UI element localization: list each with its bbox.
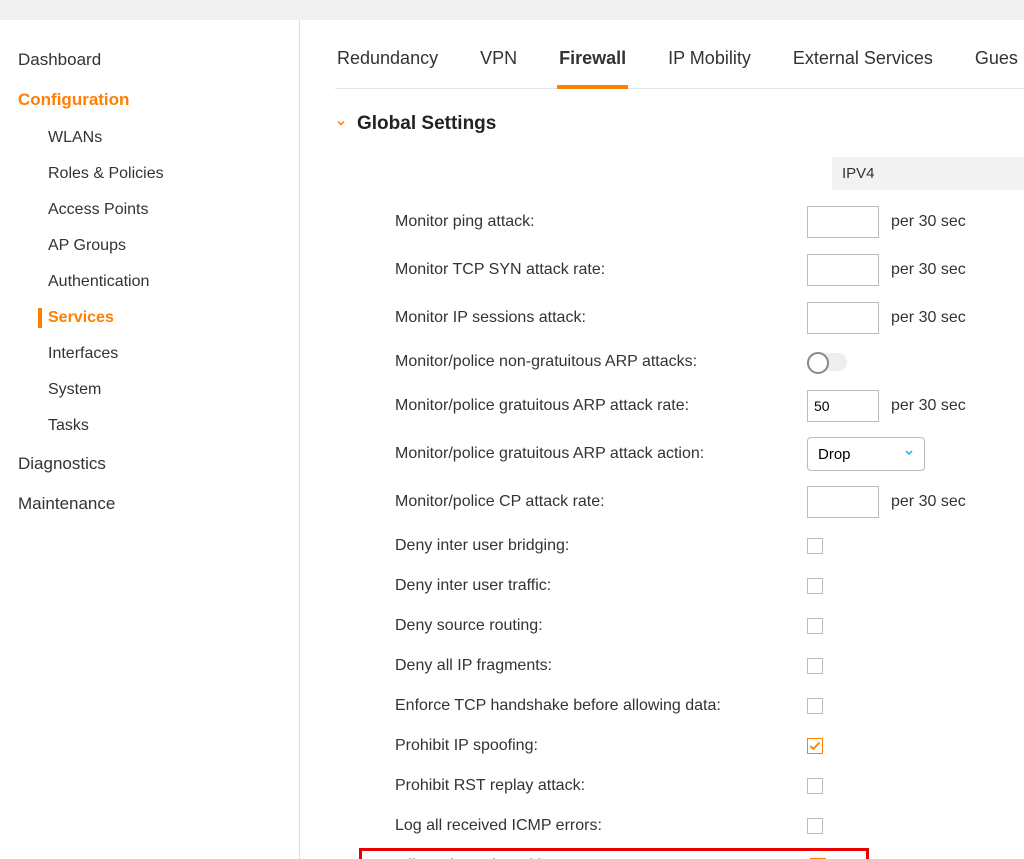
label-log-icmp-errors: Log all received ICMP errors: [367,817,807,835]
checkbox-deny-all-ip-fragments[interactable] [807,658,823,674]
sidebar-item-services[interactable]: Services [0,300,299,336]
sidebar: Dashboard Configuration WLANs Roles & Po… [0,20,300,859]
sidebar-item-system[interactable]: System [0,372,299,408]
label-monitor-ip-sessions: Monitor IP sessions attack: [367,309,807,327]
row-cp-attack-rate: Monitor/police CP attack rate: per 30 se… [367,480,1024,524]
row-non-gratuitous-arp: Monitor/police non-gratuitous ARP attack… [367,344,1024,380]
sidebar-item-configuration[interactable]: Configuration [0,80,299,120]
row-prohibit-ip-spoofing: Prohibit IP spoofing: [367,728,1024,764]
label-deny-inter-user-bridging: Deny inter user bridging: [367,537,807,555]
label-deny-source-routing: Deny source routing: [367,617,807,635]
tab-firewall[interactable]: Firewall [557,48,628,89]
row-allow-tri-session-highlighted: Allow tri-session with DNAT: [359,848,869,859]
label-gratuitous-arp-rate: Monitor/police gratuitous ARP attack rat… [367,397,807,415]
unit-label: per 30 sec [891,309,966,327]
tab-external-services[interactable]: External Services [791,48,935,88]
row-monitor-ping-attack: Monitor ping attack: per 30 sec [367,200,1024,244]
unit-label: per 30 sec [891,261,966,279]
row-gratuitous-arp-action: Monitor/police gratuitous ARP attack act… [367,432,1024,476]
input-monitor-ip-sessions[interactable] [807,302,879,334]
unit-label: per 30 sec [891,493,966,511]
checkbox-deny-inter-user-bridging[interactable] [807,538,823,554]
sidebar-item-dashboard[interactable]: Dashboard [0,40,299,80]
row-deny-all-ip-fragments: Deny all IP fragments: [367,648,1024,684]
label-prohibit-rst-replay: Prohibit RST replay attack: [367,777,807,795]
toggle-non-gratuitous-arp[interactable] [807,353,847,371]
row-gratuitous-arp-rate: Monitor/police gratuitous ARP attack rat… [367,384,1024,428]
checkbox-log-icmp-errors[interactable] [807,818,823,834]
tab-redundancy[interactable]: Redundancy [335,48,440,88]
sidebar-item-interfaces[interactable]: Interfaces [0,336,299,372]
checkbox-prohibit-rst-replay[interactable] [807,778,823,794]
unit-label: per 30 sec [891,213,966,231]
label-deny-inter-user-traffic: Deny inter user traffic: [367,577,807,595]
sidebar-item-tasks[interactable]: Tasks [0,408,299,444]
row-monitor-ip-sessions: Monitor IP sessions attack: per 30 sec [367,296,1024,340]
label-monitor-ping-attack: Monitor ping attack: [367,213,807,231]
label-cp-attack-rate: Monitor/police CP attack rate: [367,493,807,511]
input-monitor-ping-attack[interactable] [807,206,879,238]
label-non-gratuitous-arp: Monitor/police non-gratuitous ARP attack… [367,353,807,371]
unit-label: per 30 sec [891,397,966,415]
select-arp-action[interactable]: Drop [807,437,925,471]
checkbox-deny-source-routing[interactable] [807,618,823,634]
label-monitor-tcp-syn: Monitor TCP SYN attack rate: [367,261,807,279]
row-deny-source-routing: Deny source routing: [367,608,1024,644]
chevron-down-icon [335,116,347,132]
row-enforce-tcp-handshake: Enforce TCP handshake before allowing da… [367,688,1024,724]
input-gratuitous-arp-rate[interactable] [807,390,879,422]
sidebar-item-ap-groups[interactable]: AP Groups [0,228,299,264]
main-content: Redundancy VPN Firewall IP Mobility Exte… [300,20,1024,859]
row-deny-inter-user-bridging: Deny inter user bridging: [367,528,1024,564]
top-bar [0,0,1024,20]
input-cp-attack-rate[interactable] [807,486,879,518]
tab-guest[interactable]: Gues [973,48,1020,88]
tabs: Redundancy VPN Firewall IP Mobility Exte… [335,48,1024,89]
sidebar-item-maintenance[interactable]: Maintenance [0,484,299,524]
sidebar-item-roles[interactable]: Roles & Policies [0,156,299,192]
sidebar-item-wlans[interactable]: WLANs [0,120,299,156]
label-gratuitous-arp-action: Monitor/police gratuitous ARP attack act… [367,445,807,463]
label-deny-all-ip-fragments: Deny all IP fragments: [367,657,807,675]
checkbox-deny-inter-user-traffic[interactable] [807,578,823,594]
sidebar-item-diagnostics[interactable]: Diagnostics [0,444,299,484]
checkbox-prohibit-ip-spoofing[interactable] [807,738,823,754]
settings-container: IPV4 Monitor ping attack: per 30 sec Mon… [367,157,1024,859]
row-prohibit-rst-replay: Prohibit RST replay attack: [367,768,1024,804]
row-monitor-tcp-syn: Monitor TCP SYN attack rate: per 30 sec [367,248,1024,292]
tab-vpn[interactable]: VPN [478,48,519,88]
row-deny-inter-user-traffic: Deny inter user traffic: [367,568,1024,604]
label-prohibit-ip-spoofing: Prohibit IP spoofing: [367,737,807,755]
label-enforce-tcp-handshake: Enforce TCP handshake before allowing da… [367,697,807,715]
tab-ip-mobility[interactable]: IP Mobility [666,48,753,88]
row-log-icmp-errors: Log all received ICMP errors: [367,808,1024,844]
sidebar-item-authentication[interactable]: Authentication [0,264,299,300]
column-header-ipv4: IPV4 [832,157,1024,190]
sidebar-item-access-points[interactable]: Access Points [0,192,299,228]
section-title: Global Settings [357,113,496,135]
input-monitor-tcp-syn[interactable] [807,254,879,286]
section-header[interactable]: Global Settings [335,113,1024,135]
checkbox-enforce-tcp-handshake[interactable] [807,698,823,714]
